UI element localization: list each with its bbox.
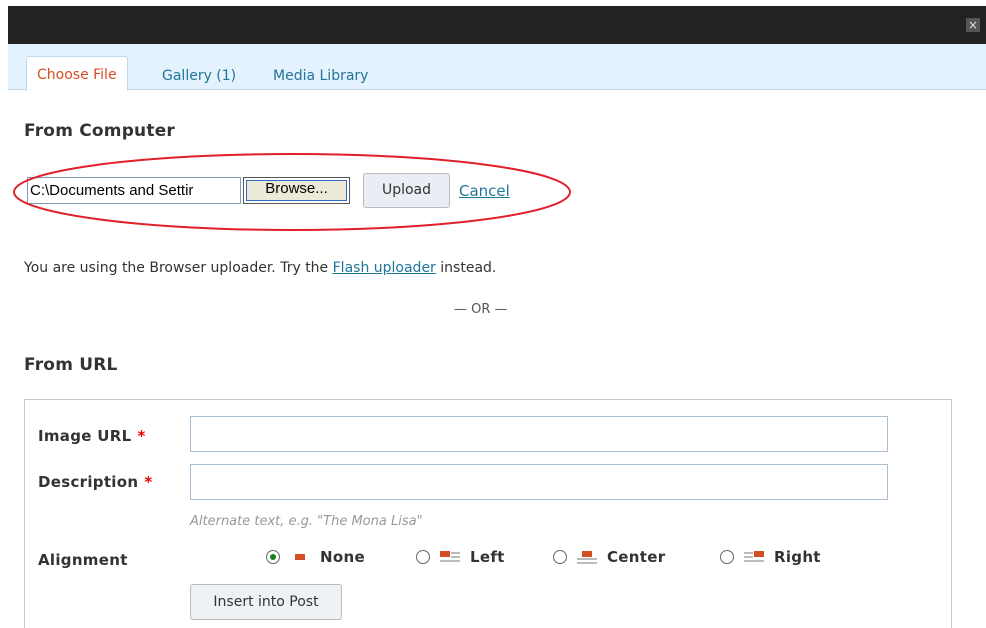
notice-prefix: You are using the Browser uploader. Try … — [24, 260, 329, 276]
uploader-notice: You are using the Browser uploader. Try … — [24, 260, 496, 276]
or-separator: — OR — — [454, 302, 508, 317]
align-right-icon — [744, 550, 764, 564]
from-url-heading: From URL — [24, 355, 118, 375]
radio-right[interactable] — [720, 550, 734, 564]
align-none-icon — [290, 550, 310, 564]
radio-left[interactable] — [416, 550, 430, 564]
close-icon[interactable]: × — [966, 18, 980, 32]
flash-uploader-link[interactable]: Flash uploader — [333, 260, 436, 276]
radio-center[interactable] — [553, 550, 567, 564]
alignment-left-option[interactable]: Left — [416, 545, 505, 569]
description-label: Description * — [38, 473, 152, 491]
align-center-icon — [577, 550, 597, 564]
insert-into-post-button[interactable]: Insert into Post — [190, 584, 342, 620]
alignment-label: Alignment — [38, 551, 128, 569]
tab-media-library[interactable]: Media Library — [263, 58, 378, 90]
alignment-center-option[interactable]: Center — [553, 545, 665, 569]
tab-gallery[interactable]: Gallery (1) — [152, 58, 246, 90]
alignment-right-label: Right — [774, 548, 821, 566]
alignment-center-label: Center — [607, 548, 666, 566]
image-url-input[interactable] — [190, 416, 888, 452]
alignment-none-label: None — [320, 548, 365, 566]
description-input[interactable] — [190, 464, 888, 500]
alignment-right-option[interactable]: Right — [720, 545, 821, 569]
alignment-left-label: Left — [470, 548, 505, 566]
description-label-text: Description — [38, 473, 139, 491]
required-mark: * — [137, 427, 146, 445]
description-hint: Alternate text, e.g. "The Mona Lisa" — [190, 514, 423, 529]
tab-choose-file[interactable]: Choose File — [26, 56, 128, 91]
notice-suffix: instead. — [440, 260, 497, 276]
align-left-icon — [440, 550, 460, 564]
modal-title-bar: × — [8, 6, 986, 44]
radio-none[interactable] — [266, 550, 280, 564]
image-url-label: Image URL * — [38, 427, 146, 445]
required-mark: * — [144, 473, 153, 491]
image-url-label-text: Image URL — [38, 427, 132, 445]
alignment-none-option[interactable]: None — [266, 545, 365, 569]
highlight-ellipse — [13, 153, 571, 231]
media-tabs: Choose File Gallery (1) Media Library — [8, 44, 986, 91]
from-computer-heading: From Computer — [24, 121, 176, 141]
